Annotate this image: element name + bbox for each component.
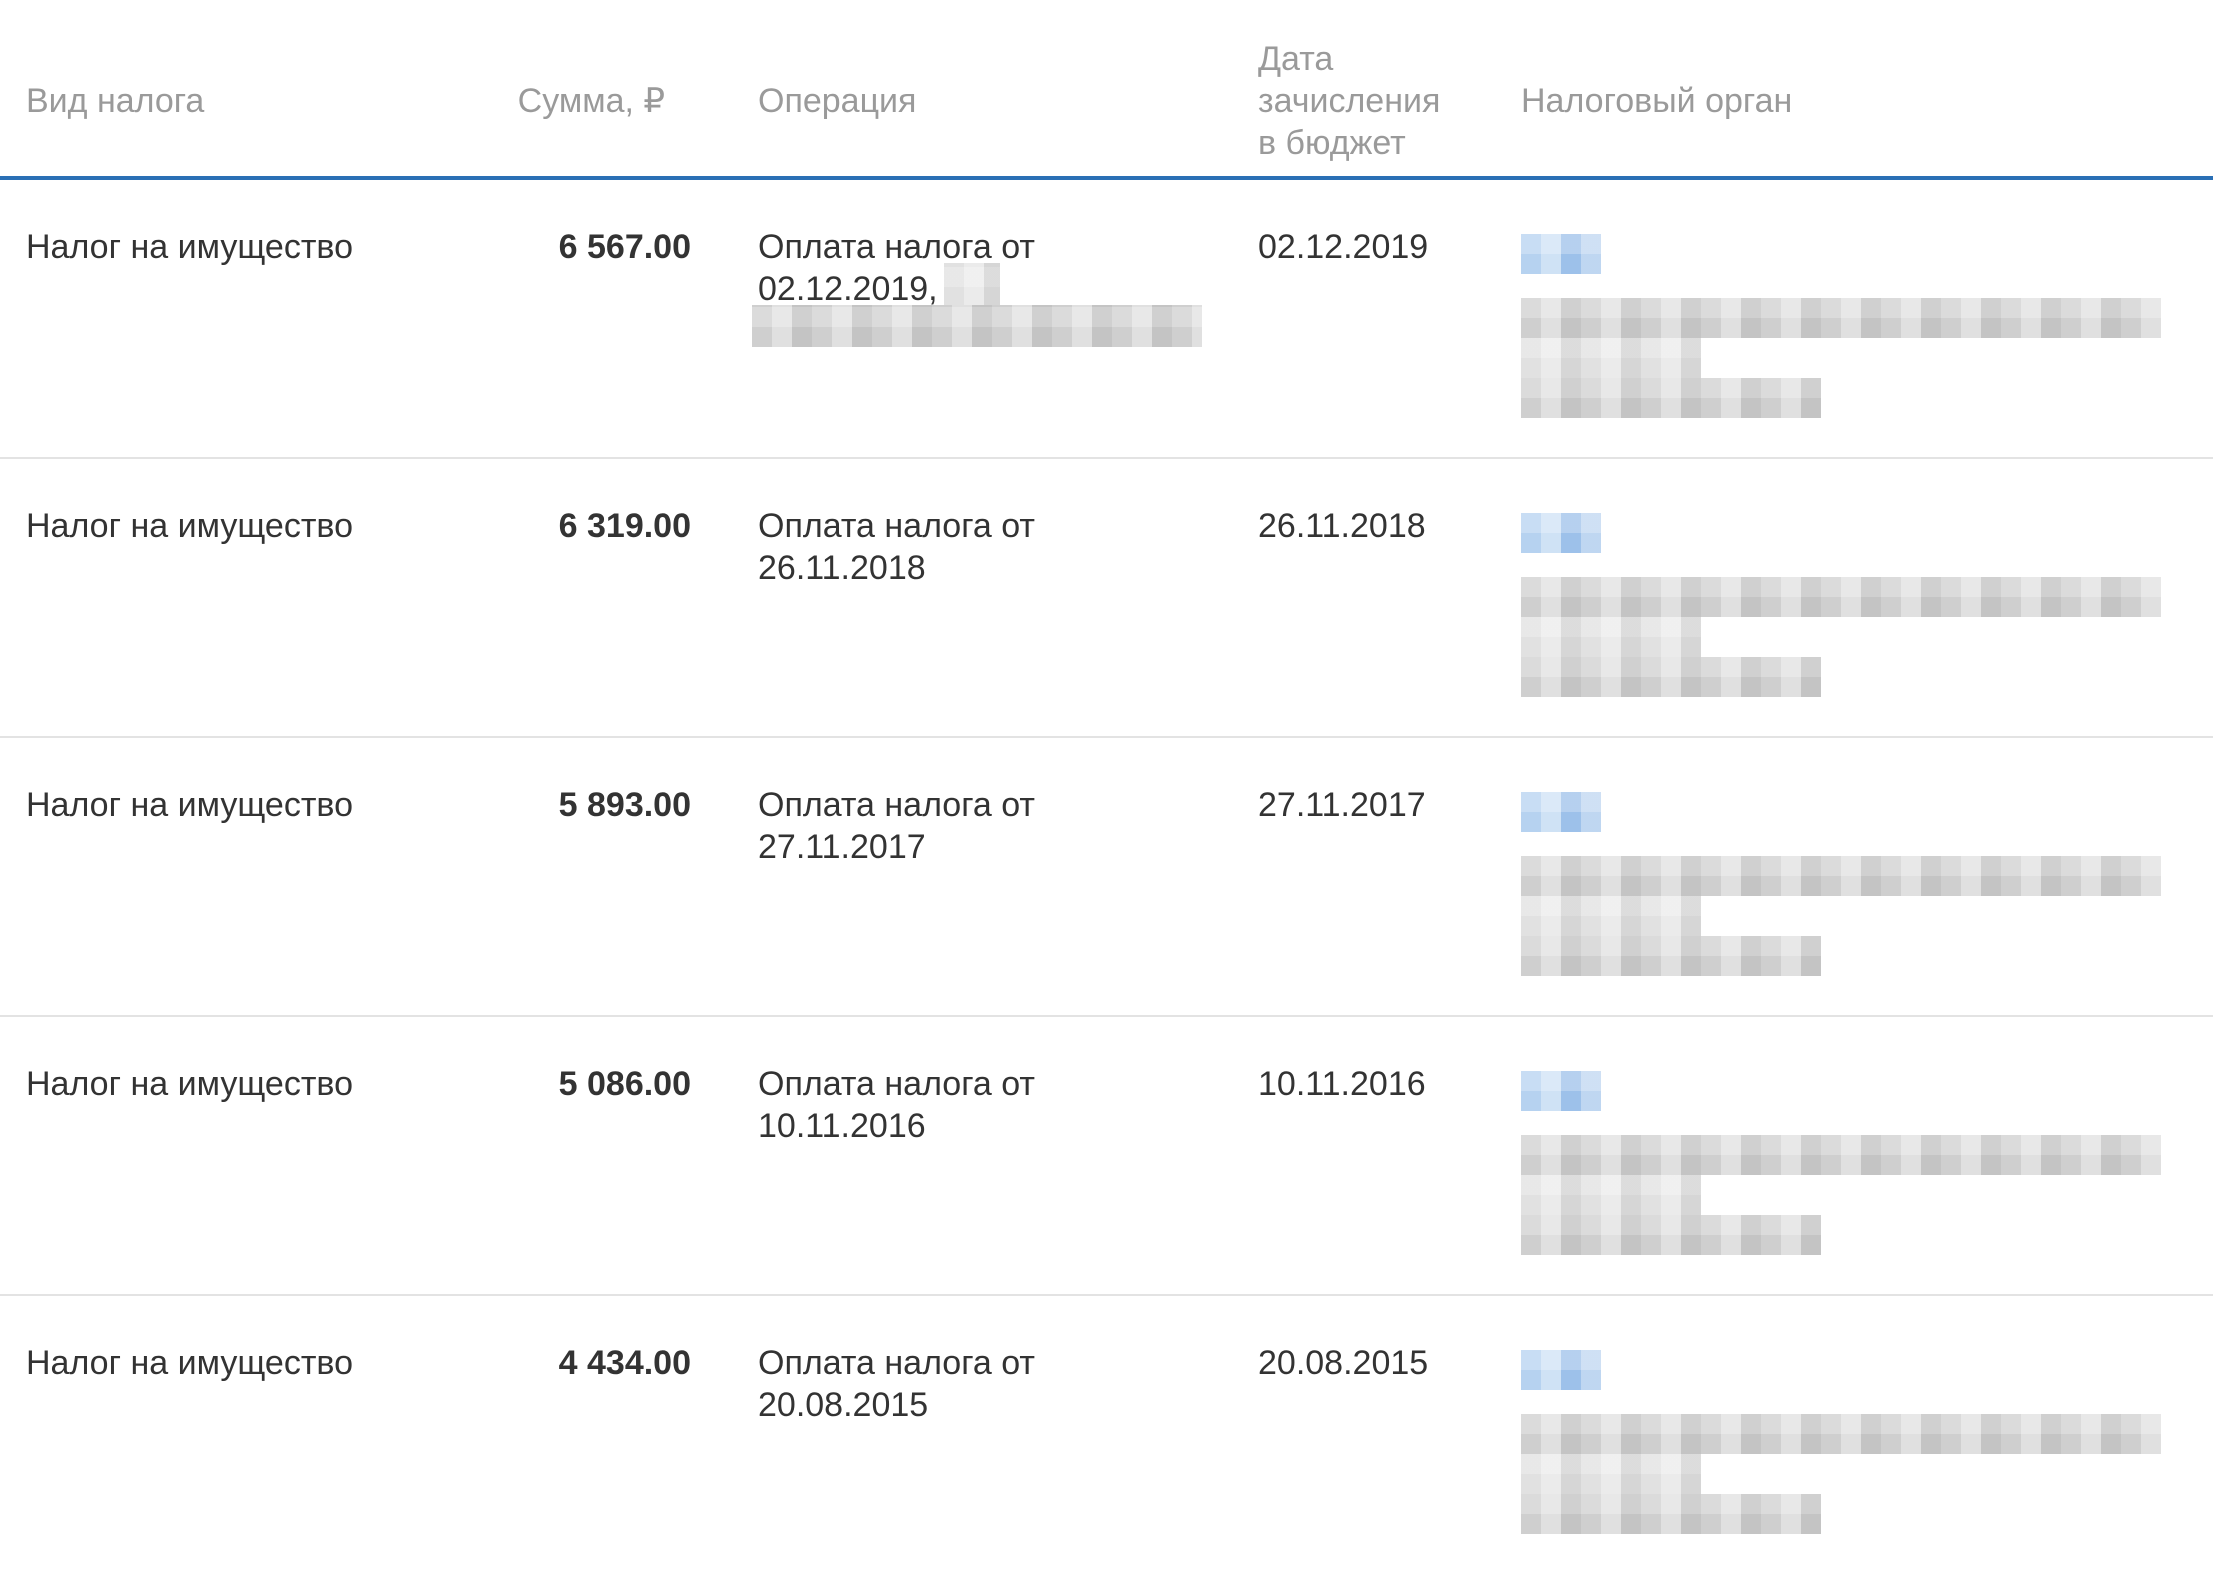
- table-row: Налог на имущество 6 319.00 Оплата налог…: [0, 459, 2213, 738]
- operation: Оплата налога от 10.11.2016: [758, 1063, 1228, 1147]
- redacted-text: [1521, 298, 2161, 338]
- tax-sum: 6 567.00: [558, 228, 691, 266]
- redacted-text: [1521, 896, 1701, 936]
- redacted-text: [1521, 1135, 2161, 1175]
- header-operation: Операция: [758, 82, 917, 120]
- tax-type: Налог на имущество: [26, 1344, 353, 1382]
- tax-sum: 4 434.00: [558, 1344, 691, 1382]
- redacted-text: [1521, 936, 1821, 976]
- redacted-text: [1521, 1215, 1821, 1255]
- redacted-link: [1521, 792, 1561, 832]
- redacted-text: [1521, 1454, 1701, 1494]
- operation: Оплата налога от 26.11.2018: [758, 505, 1228, 589]
- operation-line: Оплата налога от: [758, 786, 1035, 824]
- header-date: Дата зачисления в бюджет: [1258, 38, 1498, 164]
- redacted-text: [752, 305, 1202, 347]
- header-tax-authority: Налоговый орган: [1521, 82, 1793, 120]
- redacted-text: [1521, 1414, 2161, 1454]
- table-row: Налог на имущество 4 434.00 Оплата налог…: [0, 1296, 2213, 1573]
- operation-line: 10.11.2016: [758, 1107, 926, 1145]
- tax-type: Налог на имущество: [26, 786, 353, 824]
- redacted-link: [1561, 1071, 1601, 1111]
- tax-authority-redacted: [1521, 459, 2171, 736]
- tax-authority-redacted: [1521, 180, 2171, 457]
- redacted-text: [1521, 338, 1701, 378]
- operation-line: Оплата налога от: [758, 228, 1035, 266]
- tax-type: Налог на имущество: [26, 228, 353, 266]
- redacted-text: [1521, 1175, 1701, 1215]
- budget-date: 02.12.2019: [1258, 228, 1429, 266]
- redacted-text: [1521, 617, 1701, 657]
- operation: Оплата налога от 27.11.2017: [758, 784, 1228, 868]
- redacted-text: [944, 263, 1000, 307]
- redacted-link: [1521, 1350, 1561, 1390]
- operation: Оплата налога от 20.08.2015: [758, 1342, 1228, 1426]
- header-tax-type: Вид налога: [26, 82, 205, 120]
- redacted-text: [1521, 378, 1821, 418]
- redacted-text: [1521, 1494, 1821, 1534]
- header-sum: Сумма, ₽: [517, 82, 665, 120]
- tax-type: Налог на имущество: [26, 1065, 353, 1103]
- tax-type: Налог на имущество: [26, 507, 353, 545]
- header-date-line: Дата: [1258, 40, 1334, 78]
- operation-line: Оплата налога от: [758, 507, 1035, 545]
- redacted-link: [1521, 1071, 1561, 1111]
- header-date-line: зачисления: [1258, 82, 1441, 120]
- operation-line: 26.11.2018: [758, 549, 926, 587]
- redacted-link: [1521, 513, 1561, 553]
- operation-line: Оплата налога от: [758, 1065, 1035, 1103]
- operation-line: 27.11.2017: [758, 828, 926, 866]
- budget-date: 27.11.2017: [1258, 786, 1426, 824]
- table-row: Налог на имущество 5 893.00 Оплата налог…: [0, 738, 2213, 1017]
- operation-line: Оплата налога от: [758, 1344, 1035, 1382]
- redacted-link: [1521, 234, 1561, 274]
- tax-authority-redacted: [1521, 1017, 2171, 1294]
- tax-sum: 5 086.00: [558, 1065, 691, 1103]
- tax-sum: 5 893.00: [558, 786, 691, 824]
- tax-authority-redacted: [1521, 738, 2171, 1015]
- budget-date: 26.11.2018: [1258, 507, 1426, 545]
- budget-date: 20.08.2015: [1258, 1344, 1429, 1382]
- redacted-text: [1521, 657, 1821, 697]
- redacted-link: [1561, 513, 1601, 553]
- redacted-link: [1561, 1350, 1601, 1390]
- tax-sum: 6 319.00: [558, 507, 691, 545]
- header-date-line: в бюджет: [1258, 124, 1406, 162]
- tax-payments-table: Вид налога Сумма, ₽ Операция Дата зачисл…: [0, 0, 2213, 1573]
- table-header: Вид налога Сумма, ₽ Операция Дата зачисл…: [0, 0, 2213, 180]
- operation-line: 20.08.2015: [758, 1386, 929, 1424]
- table-row: Налог на имущество 5 086.00 Оплата налог…: [0, 1017, 2213, 1296]
- redacted-text: [1521, 577, 2161, 617]
- redacted-link: [1561, 234, 1601, 274]
- tax-authority-redacted: [1521, 1296, 2171, 1573]
- budget-date: 10.11.2016: [1258, 1065, 1426, 1103]
- redacted-link: [1561, 792, 1601, 832]
- redacted-text: [1521, 856, 2161, 896]
